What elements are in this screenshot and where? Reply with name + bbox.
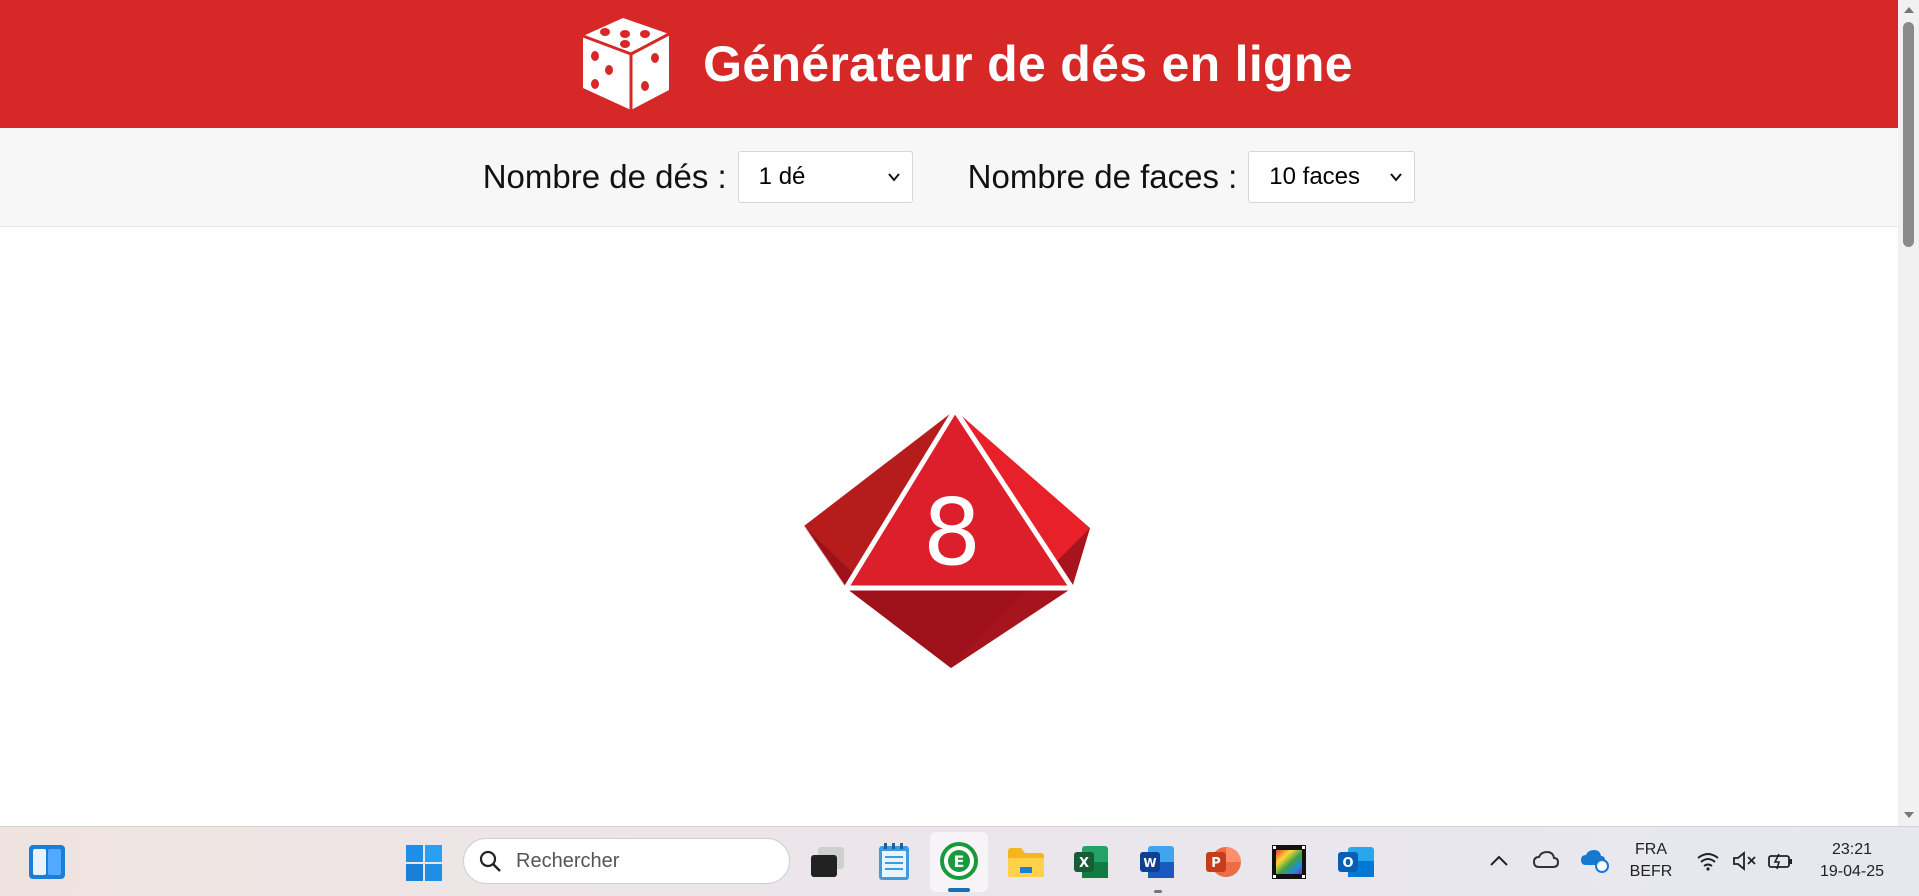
svg-text:W: W [1143,856,1156,870]
header-inner: Générateur de dés en ligne [575,14,1353,114]
language-code: FRA [1635,841,1667,858]
chevron-down-icon [887,173,900,182]
photos-icon[interactable] [1270,843,1308,881]
search-icon [479,850,501,872]
controls-bar: Nombre de dés : 1 dé Nombre de faces : 1… [0,128,1898,227]
clock[interactable]: 23:21 19-04-25 [1812,839,1892,883]
browser-viewport: Générateur de dés en ligne Nombre de dés… [0,0,1898,826]
svg-text:O: O [1342,856,1353,871]
scroll-up-icon[interactable] [1902,3,1916,17]
taskbar: Rechercher E X W P O FRA BEFR 23:21 19-0… [0,826,1919,896]
file-explorer-icon[interactable] [1006,845,1046,879]
chevron-down-icon [1390,173,1403,182]
notepad-icon[interactable] [876,841,912,883]
wifi-icon[interactable] [1696,851,1720,871]
faces-group: Nombre de faces : 10 faces [968,151,1416,203]
scroll-down-icon[interactable] [1902,808,1916,822]
taskbar-search[interactable]: Rechercher [463,838,790,884]
search-placeholder: Rechercher [516,849,620,872]
excel-icon[interactable]: X [1072,843,1110,881]
dice-count-group: Nombre de dés : 1 dé [483,151,913,203]
chevron-up-icon[interactable] [1488,851,1510,871]
widgets-icon[interactable] [28,844,66,880]
page-title: Générateur de dés en ligne [703,36,1353,92]
dice-logo-icon [582,18,670,110]
word-icon[interactable]: W [1138,843,1176,881]
onedrive-sync-icon[interactable] [1580,849,1610,873]
cloud-icon[interactable] [1532,849,1560,871]
svg-text:X: X [1079,856,1089,871]
clock-time: 23:21 [1831,841,1873,858]
outlook-icon[interactable]: O [1336,843,1376,881]
active-app-indicator [948,888,970,892]
battery-icon[interactable] [1767,851,1795,871]
scroll-thumb[interactable] [1903,22,1914,247]
faces-select[interactable]: 10 faces [1248,151,1416,203]
svg-text:P: P [1211,856,1221,871]
volume-muted-icon[interactable] [1732,851,1758,871]
e-app-icon[interactable]: E [940,842,978,880]
start-icon[interactable] [405,844,443,882]
dice-count-label: Nombre de dés : [482,158,727,195]
keyboard-layout: BEFR [1629,863,1673,880]
dice-count-value: 1 dé [758,163,806,190]
die-value: 8 [922,479,982,586]
svg-text:E: E [954,852,965,871]
powerpoint-icon[interactable]: P [1204,843,1242,881]
open-app-indicator [1154,890,1162,893]
faces-value: 10 faces [1269,163,1361,190]
language-indicator[interactable]: FRA BEFR [1620,839,1682,883]
clock-date: 19-04-25 [1819,863,1885,880]
dice-count-select[interactable]: 1 dé [737,151,913,203]
task-view-icon[interactable] [808,845,848,881]
site-header: Générateur de dés en ligne [0,0,1898,128]
faces-label: Nombre de faces : [967,158,1238,195]
